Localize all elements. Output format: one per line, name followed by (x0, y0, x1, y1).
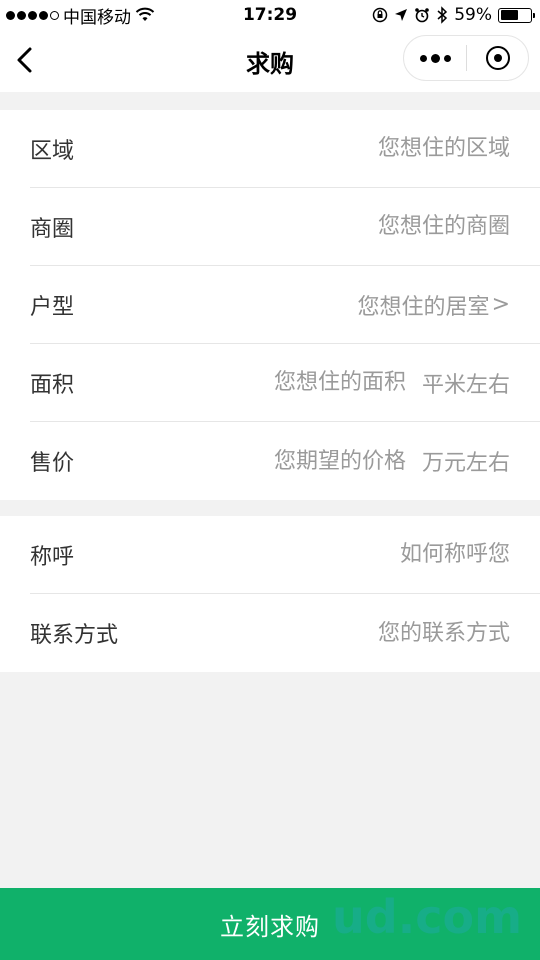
row-label: 售价 (30, 451, 75, 476)
status-bar: 中国移动 17:29 59% (0, 0, 540, 30)
status-right: 59% (372, 5, 535, 25)
battery-percent: 59% (454, 5, 492, 25)
form-row-district[interactable]: 商圈 (30, 188, 540, 266)
row-label: 区域 (30, 138, 75, 164)
name-input[interactable] (290, 542, 510, 567)
row-label: 称呼 (30, 544, 75, 570)
alarm-icon (415, 8, 430, 23)
size-input[interactable] (185, 370, 406, 395)
bluetooth-icon (437, 6, 448, 24)
close-button[interactable] (467, 46, 528, 70)
location-icon (395, 9, 408, 21)
district-input[interactable] (290, 214, 510, 239)
size-unit: 平米左右 (421, 372, 510, 398)
form-row-layout[interactable]: 户型 您想住的居室 > (30, 266, 540, 344)
close-ring-icon (485, 46, 510, 70)
more-button[interactable] (404, 36, 466, 80)
area-input[interactable] (290, 136, 510, 161)
row-label: 联系方式 (30, 623, 119, 648)
row-label: 商圈 (30, 216, 75, 242)
form-row-area[interactable]: 区域 (30, 110, 540, 188)
form-row-contact[interactable]: 联系方式 (30, 594, 540, 672)
battery-icon (498, 7, 535, 23)
contact-form-group: 称呼 联系方式 (0, 516, 540, 672)
price-unit: 万元左右 (421, 451, 510, 476)
more-dots-icon (419, 54, 427, 62)
row-label: 户型 (30, 294, 75, 320)
chevron-right-icon: > (491, 292, 510, 317)
request-form-group: 区域 商圈 户型 您想住的居室 > 面积 平米左右 售价 万元左右 (0, 110, 540, 500)
nav-bar: 求购 (0, 30, 540, 92)
mini-program-capsule (403, 35, 529, 81)
rotation-lock-icon (372, 7, 388, 23)
contact-input[interactable] (290, 620, 510, 646)
form-row-size[interactable]: 面积 平米左右 (30, 344, 540, 422)
price-input[interactable] (185, 448, 406, 474)
layout-picker[interactable]: 您想住的居室 (358, 289, 490, 321)
form-row-name[interactable]: 称呼 (30, 516, 540, 594)
form-row-price[interactable]: 售价 万元左右 (30, 422, 540, 500)
submit-request-button[interactable]: 立刻求购 (0, 888, 540, 960)
row-label: 面积 (30, 372, 75, 398)
